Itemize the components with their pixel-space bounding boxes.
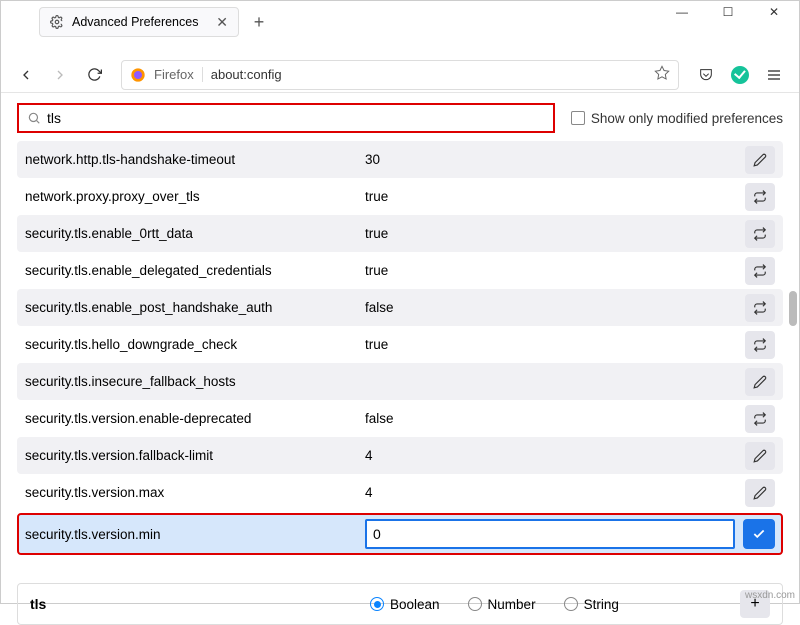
pref-name: security.tls.version.max [25, 485, 365, 500]
edit-button[interactable] [745, 146, 775, 174]
pref-row-editing: security.tls.version.min [17, 513, 783, 555]
toggle-button[interactable] [745, 220, 775, 248]
pref-row: security.tls.hello_downgrade_checktrue [17, 326, 783, 363]
pref-row: security.tls.version.fallback-limit4 [17, 437, 783, 474]
toggle-button[interactable] [745, 294, 775, 322]
preferences-list: network.http.tls-handshake-timeout30netw… [1, 141, 799, 571]
browser-tab[interactable]: Advanced Preferences ✕ [39, 7, 239, 37]
edit-button[interactable] [745, 479, 775, 507]
pref-row: security.tls.enable_0rtt_datatrue [17, 215, 783, 252]
radio-icon [468, 597, 482, 611]
edit-button[interactable] [745, 442, 775, 470]
type-radio-number[interactable]: Number [468, 597, 536, 612]
type-radio-boolean[interactable]: Boolean [370, 597, 440, 612]
firefox-icon [130, 67, 146, 83]
radio-label: String [584, 597, 619, 612]
save-button[interactable] [743, 519, 775, 549]
window-maximize[interactable]: ☐ [705, 1, 751, 23]
tab-title: Advanced Preferences [72, 15, 208, 29]
pref-value: false [365, 300, 745, 315]
gear-icon [50, 15, 64, 29]
pref-value: 4 [365, 448, 745, 463]
pref-name: security.tls.hello_downgrade_check [25, 337, 365, 352]
pref-row: network.proxy.proxy_over_tlstrue [17, 178, 783, 215]
watermark: wsxdn.com [745, 590, 795, 601]
pref-value: true [365, 263, 745, 278]
show-modified-toggle[interactable]: Show only modified preferences [571, 111, 783, 126]
pref-value: true [365, 189, 745, 204]
show-modified-label: Show only modified preferences [591, 111, 783, 126]
back-button[interactable] [11, 60, 41, 90]
pref-value: true [365, 337, 745, 352]
pref-name: security.tls.enable_0rtt_data [25, 226, 365, 241]
pref-row: security.tls.enable_delegated_credential… [17, 252, 783, 289]
bookmark-star-icon[interactable] [654, 65, 670, 84]
pref-value: 30 [365, 152, 745, 167]
pref-name: security.tls.insecure_fallback_hosts [25, 374, 365, 389]
pref-name: network.http.tls-handshake-timeout [25, 152, 365, 167]
pocket-button[interactable] [691, 60, 721, 90]
window-minimize[interactable]: — [659, 1, 705, 23]
pref-value: 4 [365, 485, 745, 500]
forward-button[interactable] [45, 60, 75, 90]
pref-name: security.tls.enable_post_handshake_auth [25, 300, 365, 315]
type-radio-string[interactable]: String [564, 597, 619, 612]
radio-icon [370, 597, 384, 611]
add-pref-name: tls [30, 596, 370, 612]
pref-row: security.tls.insecure_fallback_hosts [17, 363, 783, 400]
url-bar[interactable]: Firefox about:config [121, 60, 679, 90]
search-row: Show only modified preferences [1, 93, 799, 141]
navbar: Firefox about:config [1, 57, 799, 93]
pref-name: security.tls.version.fallback-limit [25, 448, 365, 463]
toggle-button[interactable] [745, 257, 775, 285]
reload-button[interactable] [79, 60, 109, 90]
checkbox-icon [571, 111, 585, 125]
radio-label: Boolean [390, 597, 440, 612]
search-input[interactable] [47, 110, 545, 126]
radio-label: Number [488, 597, 536, 612]
toggle-button[interactable] [745, 331, 775, 359]
toggle-button[interactable] [745, 183, 775, 211]
scrollbar[interactable] [788, 131, 798, 571]
new-tab-button[interactable]: + [245, 8, 273, 36]
pref-name: security.tls.enable_delegated_credential… [25, 263, 365, 278]
pref-row: security.tls.enable_post_handshake_authf… [17, 289, 783, 326]
pref-row: network.http.tls-handshake-timeout30 [17, 141, 783, 178]
type-radios: Boolean Number String [370, 597, 740, 612]
radio-icon [564, 597, 578, 611]
menu-button[interactable] [759, 60, 789, 90]
tab-close-icon[interactable]: ✕ [216, 14, 228, 31]
pref-value: false [365, 411, 745, 426]
pref-name: security.tls.version.min [25, 527, 365, 542]
pref-row: security.tls.version.enable-deprecatedfa… [17, 400, 783, 437]
scrollbar-thumb[interactable] [789, 291, 797, 326]
edit-button[interactable] [745, 368, 775, 396]
pref-name: security.tls.version.enable-deprecated [25, 411, 365, 426]
pref-row: security.tls.version.max4 [17, 474, 783, 511]
tab-bar: Advanced Preferences ✕ + [1, 23, 799, 57]
search-icon [27, 111, 41, 125]
window-close[interactable]: ✕ [751, 1, 797, 23]
url-brand-label: Firefox [154, 67, 203, 82]
toggle-button[interactable] [745, 405, 775, 433]
add-pref-row: tls BooleanNumberString + [17, 583, 783, 625]
pref-value: true [365, 226, 745, 241]
url-text: about:config [211, 67, 646, 82]
search-box [17, 103, 555, 133]
pref-value-input[interactable] [365, 519, 735, 549]
pref-name: network.proxy.proxy_over_tls [25, 189, 365, 204]
grammarly-button[interactable] [725, 60, 755, 90]
